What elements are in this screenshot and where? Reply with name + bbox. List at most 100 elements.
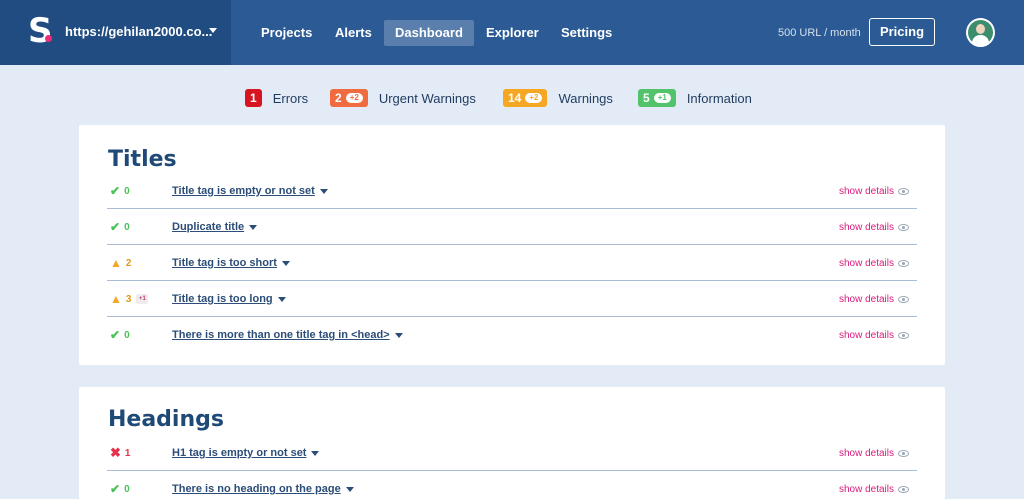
caret-down-icon (345, 486, 354, 492)
urgent-warnings-count: 2 (335, 91, 342, 105)
information-delta: +1 (653, 93, 671, 103)
urgent-warnings-label: Urgent Warnings (378, 90, 476, 106)
show-details-link[interactable]: show details (839, 173, 909, 209)
show-details-link[interactable]: show details (839, 281, 909, 317)
show-details-link[interactable]: show details (839, 245, 909, 281)
issue-count: 0 (124, 329, 130, 341)
table-row: ✔ 0 There is no heading on the page show… (107, 471, 917, 499)
summary-errors[interactable]: 1 Errors (245, 89, 308, 107)
show-details-link[interactable]: show details (839, 435, 909, 471)
errors-count: 1 (250, 91, 257, 105)
nav-settings[interactable]: Settings (550, 20, 623, 46)
status: ▲ 3 +1 (110, 281, 149, 317)
show-details-link[interactable]: show details (839, 209, 909, 245)
issue-toggle[interactable]: There is no heading on the page (172, 471, 354, 499)
pricing-button[interactable]: Pricing (869, 18, 935, 46)
check-icon: ✔ (110, 184, 121, 198)
issue-count: 1 (124, 447, 131, 459)
caret-down-icon (249, 224, 258, 230)
issue-count: 2 (125, 257, 132, 269)
titles-card: Titles ✔ 0 Title tag is empty or not set… (79, 125, 945, 365)
issue-label: There is no heading on the page (172, 483, 341, 495)
urgent-warnings-badge: 2 +2 (330, 89, 368, 107)
warnings-badge: 14 +2 (503, 89, 548, 107)
caret-down-icon (311, 450, 320, 456)
check-icon: ✔ (110, 328, 121, 342)
errors-label: Errors (272, 90, 309, 106)
show-details-label: show details (838, 185, 894, 197)
caret-down-icon (277, 296, 286, 302)
show-details-link[interactable]: show details (839, 471, 909, 499)
avatar-body (972, 35, 989, 47)
warnings-label: Warnings (558, 90, 613, 106)
information-label: Information (686, 90, 752, 106)
status: ✔ 0 (110, 209, 130, 245)
table-row: ▲ 3 +1 Title tag is too long show detail… (107, 281, 917, 317)
table-row: ▲ 2 Title tag is too short show details (107, 245, 917, 281)
summary-urgent-warnings[interactable]: 2 +2 Urgent Warnings (330, 89, 476, 107)
nav-alerts[interactable]: Alerts (324, 20, 383, 46)
show-details-label: show details (838, 221, 894, 233)
nav-explorer[interactable]: Explorer (475, 20, 550, 46)
caret-down-icon (281, 260, 290, 266)
issue-label: H1 tag is empty or not set (172, 447, 307, 459)
issue-toggle[interactable]: H1 tag is empty or not set (172, 435, 320, 471)
issue-label: Duplicate title (172, 221, 245, 233)
issue-count: 0 (124, 221, 130, 233)
project-selector[interactable]: S https://gehilan2000.co... (0, 0, 231, 65)
issue-label: Title tag is too short (172, 257, 277, 269)
status: ✔ 0 (110, 173, 130, 209)
show-details-label: show details (838, 257, 894, 269)
issue-delta: +1 (136, 294, 149, 304)
eye-icon (898, 187, 909, 195)
avatar-head (976, 24, 985, 34)
status: ✔ 0 (110, 317, 130, 353)
issue-count: 0 (124, 483, 130, 495)
warnings-count: 14 (508, 91, 522, 105)
show-details-label: show details (838, 293, 894, 305)
eye-icon (898, 449, 909, 457)
information-badge: 5 +1 (638, 89, 676, 107)
status: ▲ 2 (110, 245, 131, 281)
table-row: ✔ 0 Duplicate title show details (107, 209, 917, 245)
issue-toggle[interactable]: Title tag is too long (172, 281, 286, 317)
caret-down-icon (319, 188, 328, 194)
nav-projects[interactable]: Projects (250, 20, 323, 46)
issue-label: There is more than one title tag in <hea… (172, 329, 390, 341)
table-row: ✖ 1 H1 tag is empty or not set show deta… (107, 435, 917, 471)
issue-toggle[interactable]: Title tag is too short (172, 245, 290, 281)
show-details-label: show details (838, 483, 894, 495)
warning-icon: ▲ (110, 292, 122, 306)
avatar[interactable] (966, 18, 995, 47)
nav-dashboard[interactable]: Dashboard (384, 20, 474, 46)
issue-toggle[interactable]: Duplicate title (172, 209, 258, 245)
warnings-delta: +2 (525, 93, 543, 103)
eye-icon (898, 223, 909, 231)
urgent-warnings-delta: +2 (345, 93, 363, 103)
issue-toggle[interactable]: There is more than one title tag in <hea… (172, 317, 403, 353)
top-navigation-bar: S https://gehilan2000.co... Projects Ale… (0, 0, 1024, 65)
show-details-link[interactable]: show details (839, 317, 909, 353)
issue-toggle[interactable]: Title tag is empty or not set (172, 173, 328, 209)
issue-count: 3 (125, 293, 132, 305)
status: ✖ 1 (110, 435, 130, 471)
warning-icon: ▲ (110, 256, 122, 270)
cross-icon: ✖ (110, 445, 121, 460)
table-row: ✔ 0 Title tag is empty or not set show d… (107, 173, 917, 209)
logo-dot (45, 35, 52, 42)
app-logo: S (28, 11, 53, 51)
check-icon: ✔ (110, 482, 121, 496)
caret-down-icon (394, 332, 403, 338)
show-details-label: show details (838, 329, 894, 341)
information-count: 5 (643, 91, 650, 105)
errors-badge: 1 (245, 89, 262, 107)
issue-label: Title tag is too long (172, 293, 273, 305)
issue-label: Title tag is empty or not set (172, 185, 315, 197)
summary-information[interactable]: 5 +1 Information (638, 89, 752, 107)
summary-warnings[interactable]: 14 +2 Warnings (503, 89, 613, 107)
status: ✔ 0 (110, 471, 130, 499)
chevron-down-icon[interactable] (209, 28, 217, 33)
site-url: https://gehilan2000.co... (65, 24, 213, 39)
eye-icon (898, 259, 909, 267)
show-details-label: show details (838, 447, 894, 459)
